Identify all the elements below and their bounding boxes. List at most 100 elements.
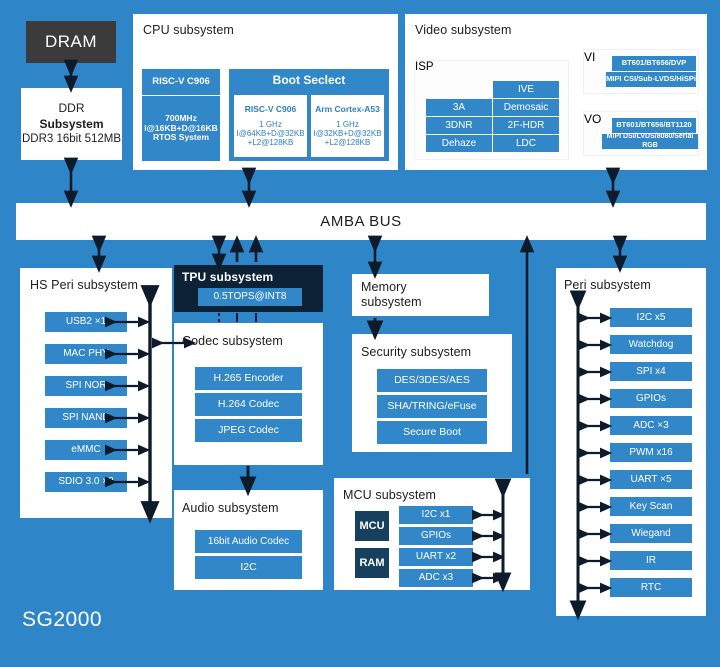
isp-left-2-label: Dehaze [441,137,477,149]
tpu-spec-label: 0.5TOPS@INT8 [213,291,287,303]
hs-peri-item-4-label: eMMC [71,444,101,456]
security-item-2-label: Secure Boot [403,426,461,439]
mcu-block-1-label: RAM [359,556,385,569]
vi-item-0-label: BT601/BT656/DVP [621,58,687,68]
security-item-1-label: SHA/TRING/eFuse [387,400,477,413]
peri-item-5-label: PWM x16 [629,446,673,458]
security-item-0: DES/3DES/AES [377,369,487,392]
tpu-subsystem-panel: TPU subsystem 0.5TOPS@INT8 [174,265,323,312]
isp-right-1-label: Demosaic [503,101,549,113]
soc-name-label: SG2000 [22,608,103,631]
boot-option-0: RISC-V C906 1 GHz I@64KB+D@32KB +L2@128K… [234,95,307,157]
peri-item-0-label: I2C x5 [636,311,666,323]
vo-item-0-label: BT601/BT656/BT1120 [616,120,692,130]
codec-item-1-label: H.264 Codec [217,398,280,411]
mcu-item-2-label: UART x2 [415,551,457,563]
peri-item-5: PWM x16 [610,443,692,462]
isp-right-2-label: 2F-HDR [507,119,545,131]
mcu-subsystem-title: MCU subsystem [343,488,436,502]
vo-block: VO BT601/BT656/BT1120 MIPI DSI/LVDS/8080… [583,111,699,156]
isp-right-3: LDC [493,135,559,152]
hs-peri-item-4: eMMC [45,440,127,460]
hs-peri-item-0: USB2 ×1 [45,312,127,332]
isp-left-1-label: 3DNR [445,119,473,131]
security-item-0-label: DES/3DES/AES [394,374,470,387]
peri-item-8: Wiegand [610,524,692,543]
isp-right-1: Demosaic [493,99,559,116]
mcu-item-1-label: GPIOs [420,530,451,542]
cpu-core-header-label: RISC-V C906 [152,75,210,87]
peri-item-10-label: RTC [640,581,662,593]
peri-item-6-label: UART ×5 [630,473,672,485]
memory-subsystem-line1: Memory [361,280,407,294]
cpu-subsystem-panel: CPU subsystem RISC-V C906 700MHz I@16KB+… [133,14,398,170]
amba-bus: AMBA BUS [16,203,706,240]
boot-option-1-spec-2: +L2@128KB [324,137,371,147]
mcu-subsystem-panel: MCU subsystem MCU RAM I2C x1 GPIOs UART … [334,478,530,590]
hs-peri-subsystem-title: HS Peri subsystem [30,278,138,292]
mcu-item-2: UART x2 [399,548,473,566]
hs-peri-item-1: MAC PHY [45,344,127,364]
isp-right-3-label: LDC [515,137,536,149]
memory-subsystem-line2: subsystem [361,295,422,309]
isp-title: ISP [415,61,434,73]
peri-item-9: IR [610,551,692,570]
isp-block: ISP 3A 3DNR Dehaze IVE Demosaic 2F-HDR L… [414,60,569,160]
peri-item-10: RTC [610,578,692,597]
hs-peri-item-2: SPI NOR [45,376,127,396]
audio-item-0: 16bit Audio Codec [195,530,302,553]
vi-block: VI BT601/BT656/DVP MIPI CSI/Sub-LVDS/HiS… [583,49,699,94]
isp-right-2: 2F-HDR [493,117,559,134]
codec-item-0: H.265 Encoder [195,367,302,390]
hs-peri-item-2-label: SPI NOR [65,380,107,392]
peri-item-4: ADC ×3 [610,416,692,435]
hs-peri-item-3-label: SPI NAND [62,412,110,424]
isp-right-0-label: IVE [517,83,535,95]
hs-peri-item-5-label: SDIO 3.0 ×2 [58,476,114,488]
hs-peri-subsystem-panel: HS Peri subsystem USB2 ×1 MAC PHY SPI NO… [20,268,172,518]
vi-item-0: BT601/BT656/DVP [612,56,696,71]
isp-left-1: 3DNR [426,117,492,134]
ddr-line2: Subsystem [39,117,104,132]
peri-item-4-label: ADC ×3 [633,419,669,431]
security-item-1: SHA/TRING/eFuse [377,395,487,418]
vo-item-1: MIPI DSI/LVDS/8080/Serial RGB [602,133,698,149]
mcu-item-3: ADC x3 [399,569,473,587]
codec-item-0-label: H.265 Encoder [213,372,284,385]
audio-item-0-label: 16bit Audio Codec [207,535,290,547]
vo-item-0: BT601/BT656/BT1120 [612,118,696,133]
isp-left-2: Dehaze [426,135,492,152]
video-subsystem-title: Video subsystem [415,23,512,37]
vi-item-1-label: MIPI CSI/Sub-LVDS/HiSPi [606,74,696,84]
cpu-core-specs: 700MHz I@16KB+D@16KB RTOS System [142,96,220,161]
mcu-block-1: RAM [355,548,389,578]
boot-option-0-spec-2: +L2@128KB [247,137,294,147]
tpu-subsystem-title: TPU subsystem [182,270,274,284]
boot-option-0-spec-1: I@64KB+D@32KB [236,128,305,138]
mcu-block-0-label: MCU [359,519,385,532]
boot-option-0-spec-0: 1 GHz [259,119,282,129]
video-subsystem-panel: Video subsystem ISP 3A 3DNR Dehaze IVE D… [405,14,707,170]
audio-item-1: I2C [195,556,302,579]
cpu-core-spec-2: RTOS System [152,132,210,143]
codec-subsystem-panel: Codec subsystem H.265 Encoder H.264 Code… [174,323,323,465]
peri-item-1: Watchdog [610,335,692,354]
mcu-block-0: MCU [355,511,389,541]
peri-item-3: GPIOs [610,389,692,408]
isp-left-0-label: 3A [452,101,466,113]
codec-subsystem-title: Codec subsystem [182,334,283,348]
amba-bus-label: AMBA BUS [320,212,402,230]
hs-peri-item-0-label: USB2 ×1 [65,316,107,328]
boot-option-1-name: Arm Cortex-A53 [315,103,380,114]
boot-option-1-spec-0: 1 GHz [336,119,359,129]
audio-item-1-label: I2C [240,561,257,574]
mcu-item-3-label: ADC x3 [418,572,454,584]
audio-subsystem-panel: Audio subsystem 16bit Audio Codec I2C [174,490,323,590]
mcu-item-0-label: I2C x1 [421,509,451,521]
peri-item-0: I2C x5 [610,308,692,327]
soc-block-diagram: DRAM DDR Subsystem DDR3 16bit 512MB CPU … [0,0,720,667]
boot-option-0-name: RISC-V C906 [244,103,297,114]
cpu-core-header: RISC-V C906 [142,69,220,95]
tpu-spec-chip: 0.5TOPS@INT8 [198,288,302,306]
codec-item-2: JPEG Codec [195,419,302,442]
